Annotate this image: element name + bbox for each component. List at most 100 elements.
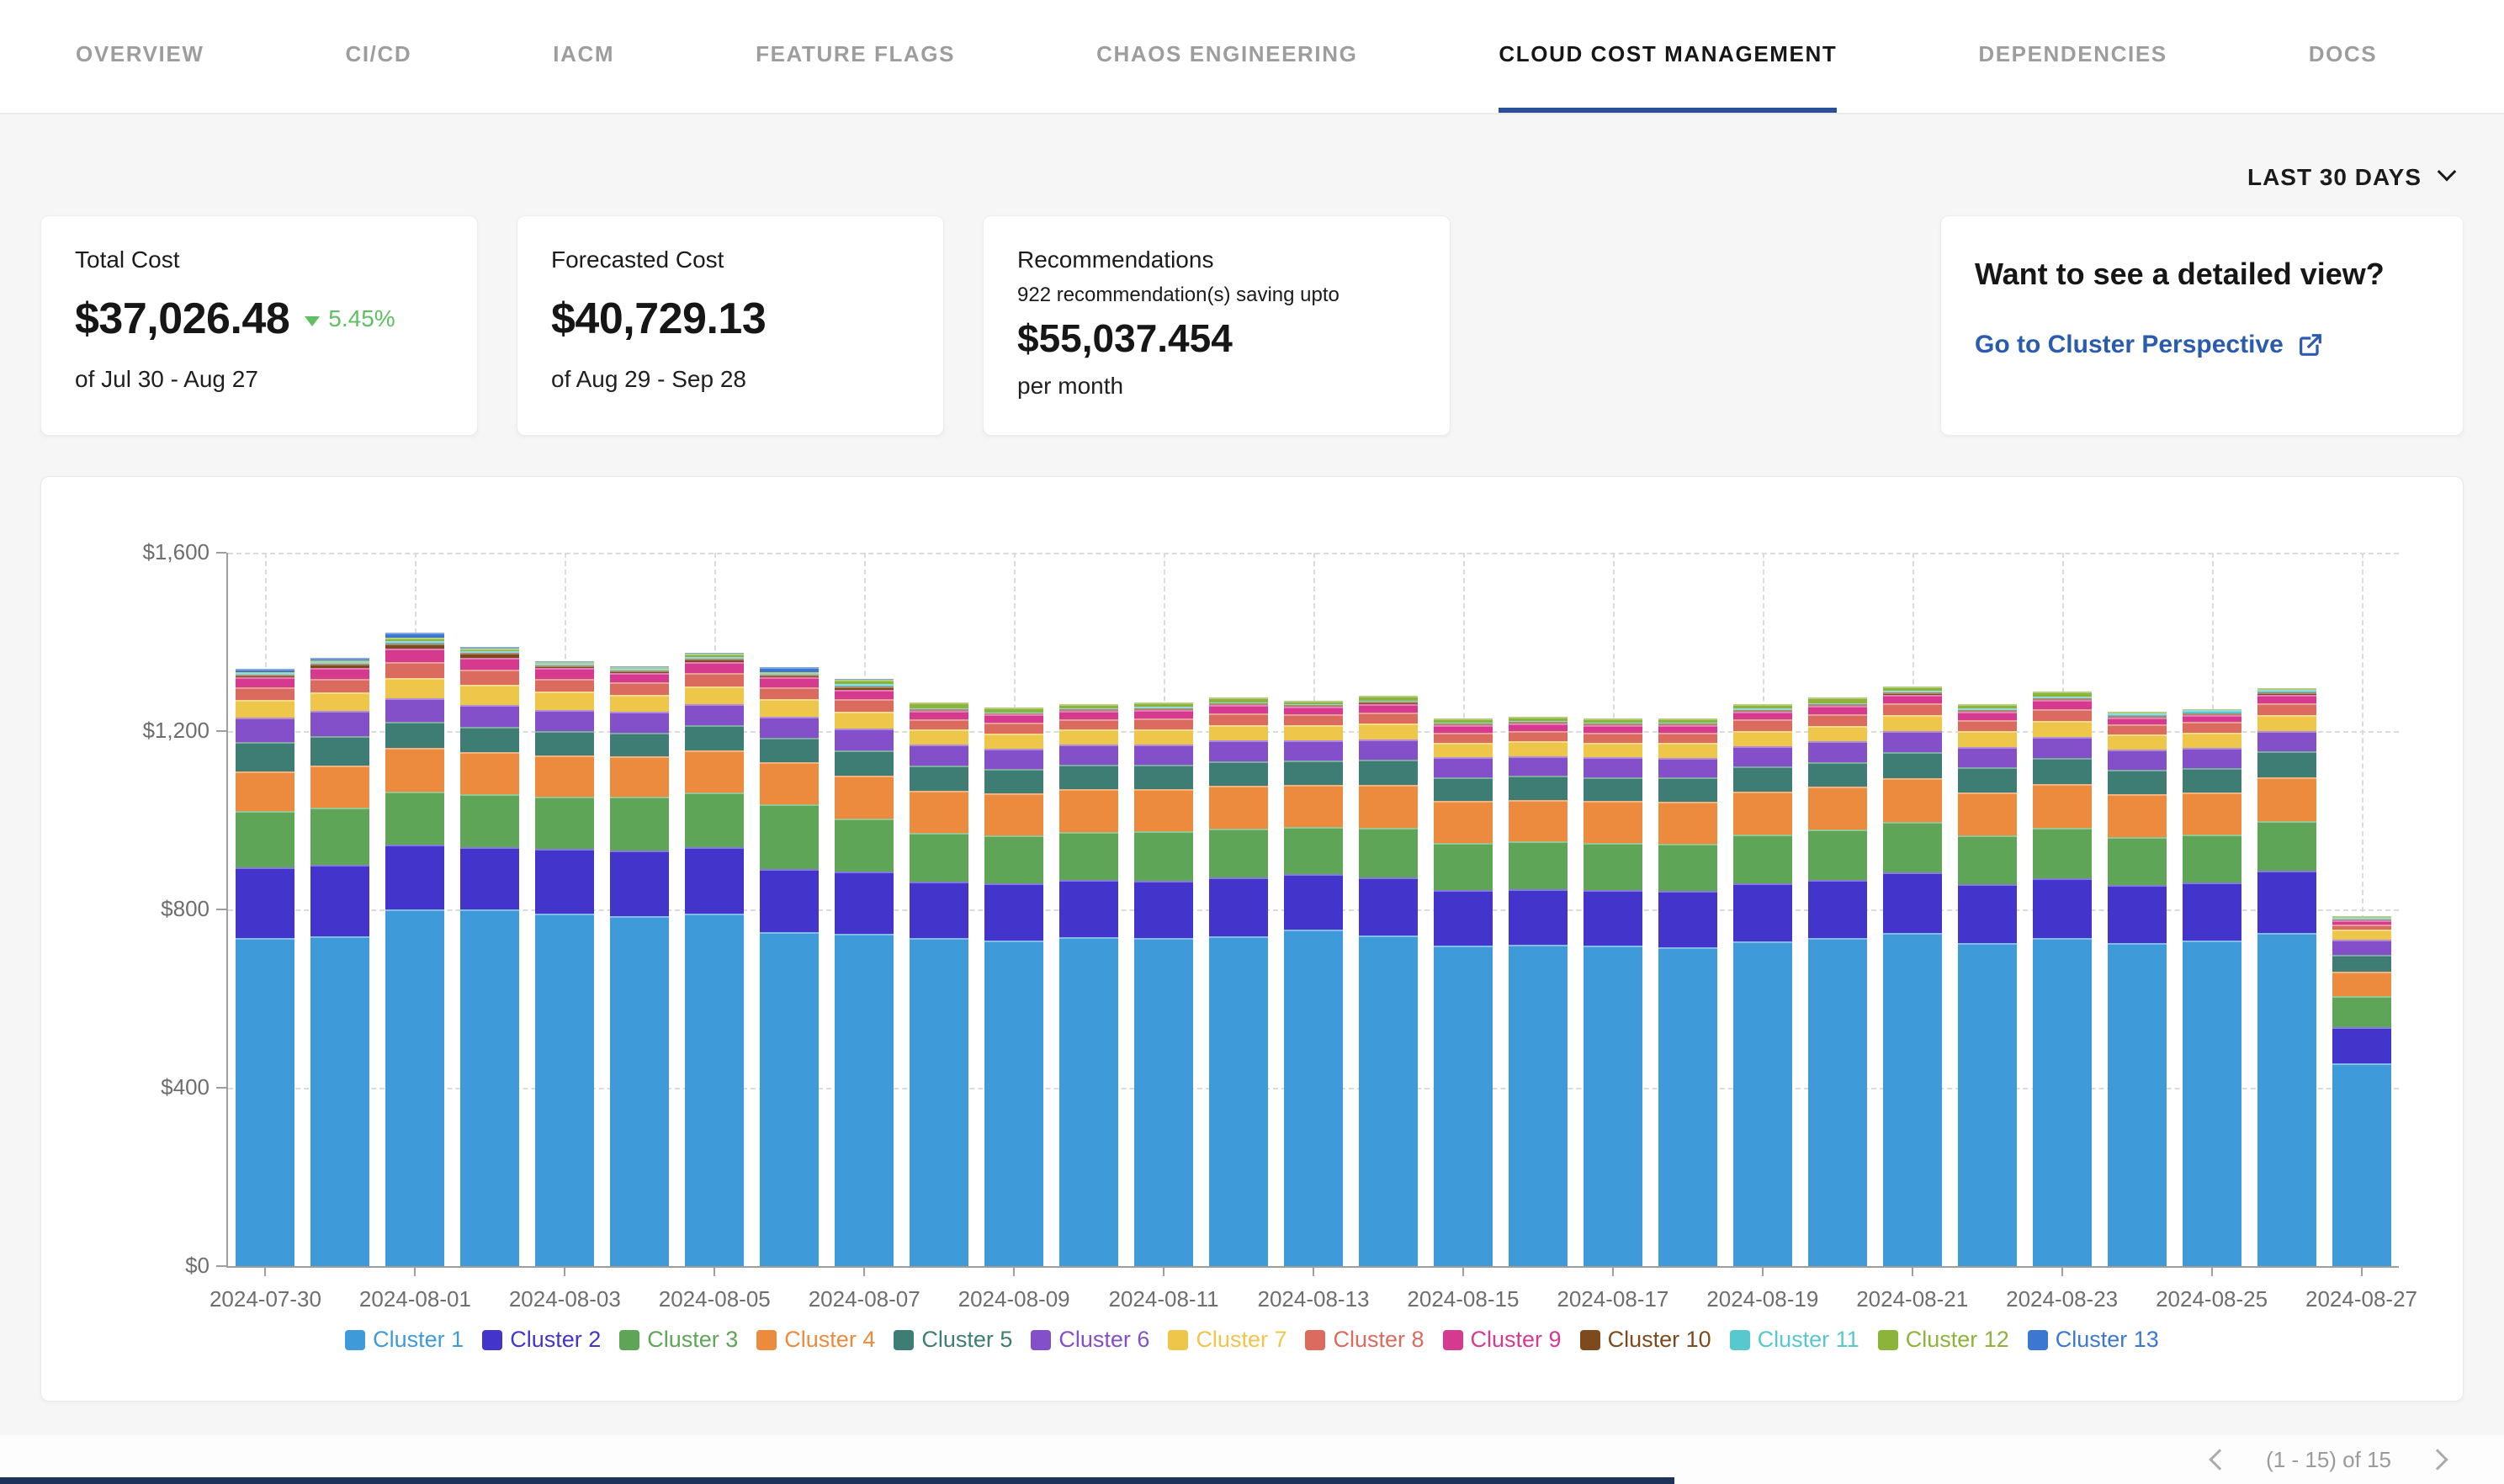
bar-2024-07-30[interactable] bbox=[236, 669, 294, 1266]
tab-cloud-cost-management[interactable]: CLOUD COST MANAGEMENT bbox=[1499, 0, 1837, 113]
bar-segment-cluster-4 bbox=[2033, 784, 2092, 828]
legend-item-cluster-10[interactable]: Cluster 10 bbox=[1580, 1327, 1711, 1353]
bar-2024-08-09[interactable] bbox=[984, 708, 1043, 1266]
bar-segment-cluster-7 bbox=[1434, 743, 1493, 757]
bar-segment-cluster-2 bbox=[310, 865, 369, 936]
bar-2024-08-16[interactable] bbox=[1509, 717, 1568, 1266]
tab-iacm[interactable]: IACM bbox=[553, 0, 614, 113]
bar-2024-08-08[interactable] bbox=[910, 702, 968, 1266]
tab-docs[interactable]: DOCS bbox=[2309, 0, 2378, 113]
bar-segment-cluster-1 bbox=[910, 938, 968, 1266]
legend-item-cluster-2[interactable]: Cluster 2 bbox=[482, 1327, 601, 1353]
bar-segment-cluster-1 bbox=[1134, 938, 1193, 1266]
bar-segment-cluster-6 bbox=[1658, 758, 1717, 777]
legend-item-cluster-4[interactable]: Cluster 4 bbox=[756, 1327, 875, 1353]
legend-item-cluster-13[interactable]: Cluster 13 bbox=[2028, 1327, 2159, 1353]
bar-2024-07-31[interactable] bbox=[310, 658, 369, 1266]
bar-2024-08-07[interactable] bbox=[835, 678, 894, 1266]
bar-segment-cluster-8 bbox=[1584, 733, 1642, 743]
bar-segment-cluster-9 bbox=[1434, 725, 1493, 733]
bar-segment-cluster-6 bbox=[1883, 731, 1942, 752]
tab-feature-flags[interactable]: FEATURE FLAGS bbox=[756, 0, 955, 113]
bar-2024-08-03[interactable] bbox=[535, 661, 594, 1266]
bar-segment-cluster-5 bbox=[1359, 760, 1418, 785]
bar-2024-08-04[interactable] bbox=[610, 666, 669, 1266]
bar-2024-08-24[interactable] bbox=[2108, 712, 2167, 1266]
bar-2024-08-25[interactable] bbox=[2183, 709, 2241, 1267]
bar-segment-cluster-4 bbox=[2332, 972, 2391, 997]
legend-item-cluster-7[interactable]: Cluster 7 bbox=[1168, 1327, 1286, 1353]
tab-overview[interactable]: OVERVIEW bbox=[76, 0, 204, 113]
bar-segment-cluster-2 bbox=[1434, 890, 1493, 946]
bar-segment-cluster-2 bbox=[385, 845, 444, 909]
bar-segment-cluster-7 bbox=[2108, 734, 2167, 750]
time-range-dropdown[interactable]: LAST 30 DAYS bbox=[2247, 153, 2454, 202]
legend-swatch-cluster-1 bbox=[345, 1330, 365, 1350]
bar-segment-cluster-7 bbox=[1509, 741, 1568, 755]
x-tick-2024-08-07 bbox=[863, 1266, 865, 1276]
chevron-down-icon bbox=[2438, 162, 2457, 182]
legend-label-cluster-6: Cluster 6 bbox=[1058, 1327, 1149, 1353]
x-tick-2024-08-03 bbox=[564, 1266, 565, 1276]
bar-2024-08-13[interactable] bbox=[1284, 701, 1343, 1266]
bar-segment-cluster-9 bbox=[610, 673, 669, 683]
bar-segment-cluster-8 bbox=[1209, 713, 1268, 724]
bar-2024-08-23[interactable] bbox=[2033, 692, 2092, 1266]
bar-2024-08-14[interactable] bbox=[1359, 696, 1418, 1266]
bar-2024-08-26[interactable] bbox=[2257, 688, 2316, 1266]
bar-2024-08-21[interactable] bbox=[1883, 686, 1942, 1266]
bar-segment-cluster-9 bbox=[1658, 725, 1717, 733]
bar-segment-cluster-9 bbox=[1584, 725, 1642, 733]
pagination-prev-icon[interactable] bbox=[2209, 1449, 2230, 1470]
bar-segment-cluster-8 bbox=[1883, 703, 1942, 715]
pagination-next-icon[interactable] bbox=[2427, 1449, 2448, 1470]
x-tick-2024-08-09 bbox=[1013, 1266, 1015, 1276]
x-tick-2024-08-21 bbox=[1912, 1266, 1913, 1276]
legend-item-cluster-1[interactable]: Cluster 1 bbox=[345, 1327, 464, 1353]
legend-item-cluster-11[interactable]: Cluster 11 bbox=[1730, 1327, 1859, 1353]
bar-2024-08-19[interactable] bbox=[1733, 704, 1792, 1266]
legend-item-cluster-12[interactable]: Cluster 12 bbox=[1878, 1327, 2009, 1353]
bar-2024-08-01[interactable] bbox=[385, 633, 444, 1266]
bar-2024-08-02[interactable] bbox=[460, 647, 519, 1266]
bar-segment-cluster-6 bbox=[236, 718, 294, 742]
bar-segment-cluster-6 bbox=[460, 705, 519, 728]
tab-ci-cd[interactable]: CI/CD bbox=[345, 0, 411, 113]
x-tick-2024-07-30 bbox=[264, 1266, 266, 1276]
bar-segment-cluster-4 bbox=[835, 776, 894, 819]
legend-item-cluster-3[interactable]: Cluster 3 bbox=[619, 1327, 738, 1353]
tab-dependencies[interactable]: DEPENDENCIES bbox=[1978, 0, 2167, 113]
bar-segment-cluster-4 bbox=[1284, 785, 1343, 827]
bar-segment-cluster-3 bbox=[1284, 827, 1343, 874]
legend-item-cluster-5[interactable]: Cluster 5 bbox=[894, 1327, 1012, 1353]
bar-segment-cluster-9 bbox=[2033, 700, 2092, 709]
tab-chaos-engineering[interactable]: CHAOS ENGINEERING bbox=[1096, 0, 1357, 113]
legend-swatch-cluster-3 bbox=[619, 1330, 639, 1350]
bar-2024-08-05[interactable] bbox=[685, 653, 744, 1266]
bar-segment-cluster-3 bbox=[1209, 829, 1268, 877]
bar-segment-cluster-7 bbox=[1059, 729, 1118, 745]
legend-item-cluster-8[interactable]: Cluster 8 bbox=[1305, 1327, 1424, 1353]
legend-swatch-cluster-13 bbox=[2028, 1330, 2048, 1350]
legend-item-cluster-6[interactable]: Cluster 6 bbox=[1031, 1327, 1149, 1353]
bar-2024-08-20[interactable] bbox=[1808, 697, 1867, 1266]
bar-segment-cluster-8 bbox=[535, 679, 594, 692]
bar-segment-cluster-8 bbox=[1359, 713, 1418, 723]
cluster-perspective-link[interactable]: Go to Cluster Perspective bbox=[1975, 331, 2429, 359]
legend-item-cluster-9[interactable]: Cluster 9 bbox=[1443, 1327, 1562, 1353]
bar-segment-cluster-8 bbox=[910, 719, 968, 730]
bar-2024-08-18[interactable] bbox=[1658, 718, 1717, 1266]
bar-2024-08-12[interactable] bbox=[1209, 697, 1268, 1266]
bar-2024-08-15[interactable] bbox=[1434, 718, 1493, 1266]
recommendations-suffix: per month bbox=[1017, 373, 1416, 400]
bar-2024-08-22[interactable] bbox=[1958, 704, 2017, 1266]
bar-segment-cluster-4 bbox=[910, 791, 968, 834]
bar-2024-08-27[interactable] bbox=[2332, 915, 2391, 1266]
bar-2024-08-17[interactable] bbox=[1584, 718, 1642, 1266]
bar-segment-cluster-1 bbox=[685, 914, 744, 1266]
bar-2024-08-06[interactable] bbox=[760, 667, 819, 1266]
bar-2024-08-11[interactable] bbox=[1134, 702, 1193, 1266]
period-row: LAST 30 DAYS bbox=[0, 114, 2504, 202]
bar-segment-cluster-7 bbox=[685, 686, 744, 704]
bar-2024-08-10[interactable] bbox=[1059, 704, 1118, 1266]
